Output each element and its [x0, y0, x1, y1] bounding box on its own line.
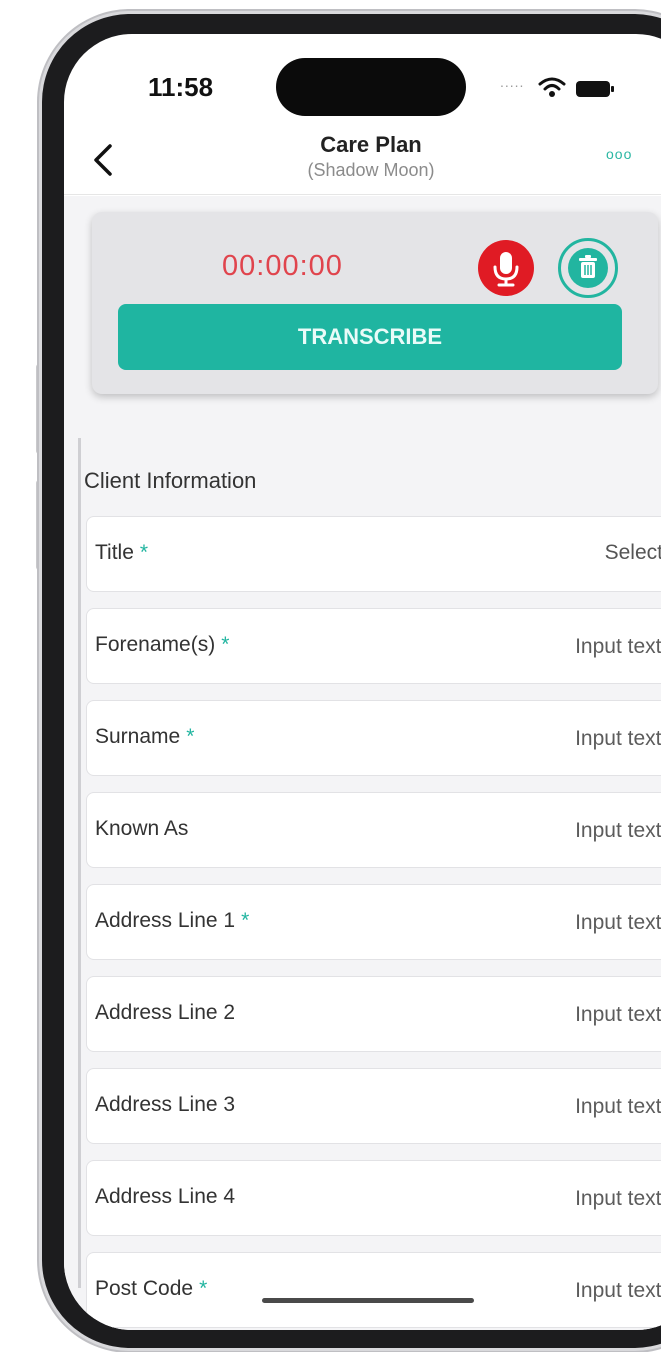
surname-field: Surname * [86, 700, 661, 776]
address-line-3-input[interactable] [427, 1089, 661, 1125]
required-marker: * [186, 725, 195, 748]
field-label: Address Line 3 [95, 1093, 236, 1116]
wifi-battery-icons [538, 77, 614, 97]
surname-input[interactable] [427, 721, 661, 757]
page-title: Care Plan [320, 132, 422, 157]
address-line-4-field: Address Line 4 [86, 1160, 661, 1236]
address-line-3-field: Address Line 3 [86, 1068, 661, 1144]
status-icons [538, 76, 618, 105]
required-marker: * [221, 633, 230, 656]
delete-recording-button[interactable] [558, 238, 618, 298]
microphone-icon [493, 252, 519, 287]
page-subtitle: (Shadow Moon) [307, 160, 435, 180]
address-line-4-input[interactable] [427, 1181, 661, 1217]
recording-timer: 00:00:00 [222, 250, 343, 282]
battery-icon [576, 81, 614, 97]
phone-screen: 11:58 ..... Care Plan (Shadow Moon) ooo … [64, 34, 661, 1330]
home-indicator[interactable] [262, 1298, 474, 1303]
field-label: Surname [95, 725, 181, 748]
field-label: Post Code [95, 1277, 194, 1300]
address-line-2-field: Address Line 2 [86, 976, 661, 1052]
forename-field: Forename(s) * [86, 608, 661, 684]
title-field[interactable]: Title * Select [86, 516, 661, 592]
field-label: Address Line 2 [95, 1001, 236, 1024]
title-select-value[interactable]: Select [605, 541, 661, 565]
navigation-bar: Care Plan (Shadow Moon) ooo [64, 124, 661, 195]
wifi-icon [538, 77, 566, 97]
client-information-form: Client Information Title * Select Forenam… [64, 418, 661, 1330]
address-line-2-input[interactable] [427, 997, 661, 1033]
known-as-input[interactable] [427, 813, 661, 849]
section-title: Client Information [84, 468, 257, 493]
required-marker: * [199, 1277, 208, 1300]
required-marker: * [139, 541, 149, 564]
scroll-indicator [78, 438, 81, 1288]
forename-input[interactable] [427, 629, 661, 665]
address-line-1-field: Address Line 1 * [86, 884, 661, 960]
known-as-field: Known As [86, 792, 661, 868]
recorder-section: 00:00:00 TRANSCRIBE [64, 196, 661, 418]
trash-icon [579, 255, 597, 278]
field-label: Address Line 1 [95, 909, 236, 932]
required-marker: * [241, 909, 250, 932]
transcribe-button[interactable]: TRANSCRIBE [118, 304, 622, 370]
app-screenshot: 11:58 ..... Care Plan (Shadow Moon) ooo … [0, 0, 661, 1352]
field-label: Title [95, 541, 134, 564]
status-time: 11:58 [148, 72, 214, 102]
field-label: Address Line 4 [95, 1185, 236, 1208]
address-line-1-input[interactable] [427, 905, 661, 941]
signal-dots: ..... [500, 74, 525, 90]
post-code-field: Post Code * [86, 1252, 661, 1328]
field-label: Forename(s) [95, 633, 216, 656]
record-button[interactable] [478, 240, 534, 296]
field-label: Known As [95, 817, 189, 840]
post-code-input[interactable] [427, 1273, 661, 1309]
more-options-button[interactable]: ooo [606, 146, 632, 162]
dynamic-island [276, 58, 466, 116]
recorder-card: 00:00:00 TRANSCRIBE [92, 212, 658, 394]
